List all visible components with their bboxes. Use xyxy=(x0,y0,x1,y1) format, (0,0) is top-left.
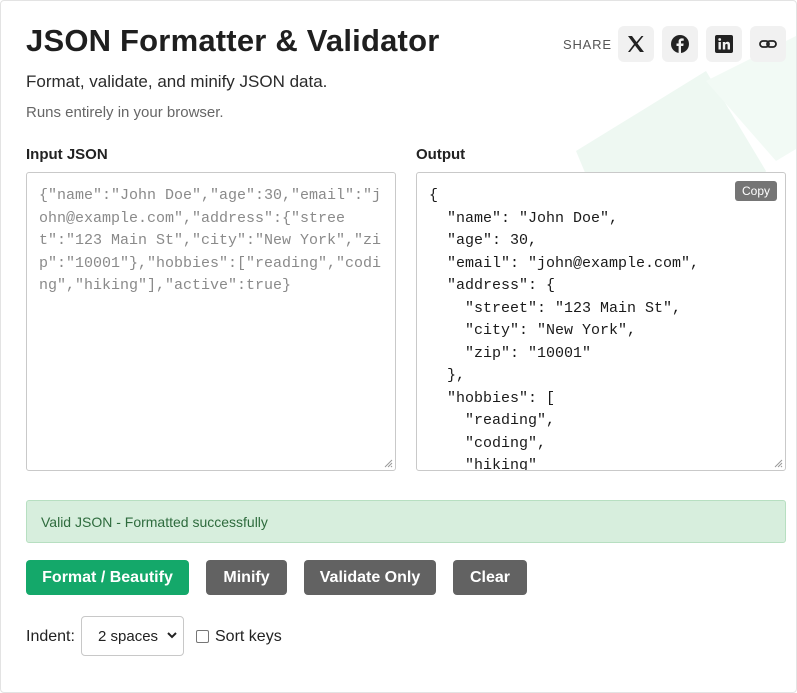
chevron-down-icon xyxy=(167,632,177,639)
share-x-button[interactable] xyxy=(618,26,654,62)
share-facebook-button[interactable] xyxy=(662,26,698,62)
x-twitter-icon xyxy=(628,36,644,52)
copy-link-button[interactable] xyxy=(750,26,786,62)
input-label: Input JSON xyxy=(26,146,108,163)
input-textarea[interactable]: {"name":"John Doe","age":30,"email":"joh… xyxy=(26,172,396,471)
indent-select-value: 2 spaces xyxy=(98,628,159,645)
privacy-note: Runs entirely in your browser. xyxy=(26,104,224,121)
input-json-text[interactable]: {"name":"John Doe","age":30,"email":"joh… xyxy=(39,185,387,298)
resize-grip-icon[interactable] xyxy=(383,458,393,468)
output-textarea[interactable]: { "name": "John Doe", "age": 30, "email"… xyxy=(416,172,786,471)
resize-grip-icon[interactable] xyxy=(773,458,783,468)
sort-keys-checkbox[interactable] xyxy=(196,630,209,643)
output-json-text[interactable]: { "name": "John Doe", "age": 30, "email"… xyxy=(429,185,777,470)
minify-button[interactable]: Minify xyxy=(206,560,287,595)
app-frame: JSON Formatter & Validator Format, valid… xyxy=(0,0,797,693)
facebook-icon xyxy=(671,35,689,53)
output-label: Output xyxy=(416,146,466,163)
page-title: JSON Formatter & Validator xyxy=(26,23,440,58)
copy-button[interactable]: Copy xyxy=(734,181,777,201)
indent-select[interactable]: 2 spaces xyxy=(81,616,184,656)
link-icon xyxy=(759,40,777,48)
sort-keys-label[interactable]: Sort keys xyxy=(215,628,282,646)
page-subtitle: Format, validate, and minify JSON data. xyxy=(26,72,328,91)
validate-button[interactable]: Validate Only xyxy=(304,560,436,595)
status-message: Valid JSON - Formatted successfully xyxy=(26,500,786,543)
share-label: SHARE xyxy=(563,37,612,52)
indent-label: Indent: xyxy=(26,628,75,645)
linkedin-icon xyxy=(715,35,733,53)
format-button[interactable]: Format / Beautify xyxy=(26,560,189,595)
clear-button[interactable]: Clear xyxy=(453,560,527,595)
share-linkedin-button[interactable] xyxy=(706,26,742,62)
